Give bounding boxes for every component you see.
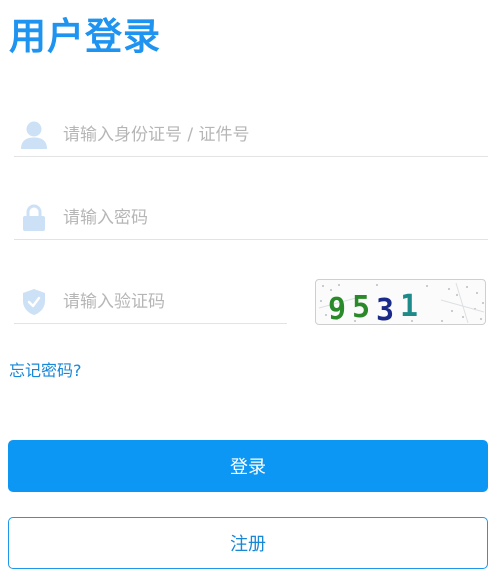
page-title: 用户登录 [9, 15, 161, 58]
password-input[interactable] [63, 207, 443, 228]
lock-icon [19, 203, 49, 233]
forgot-password-link[interactable]: 忘记密码? [9, 357, 82, 381]
captcha-image[interactable]: 9 5 3 1 [315, 279, 486, 325]
id-number-input[interactable] [63, 124, 443, 145]
captcha-digit: 3 [376, 293, 394, 325]
password-field [14, 196, 488, 240]
register-button[interactable]: 注册 [8, 517, 488, 569]
captcha-digit: 5 [352, 290, 370, 325]
captcha-input[interactable] [63, 291, 263, 312]
captcha-digit: 9 [328, 292, 346, 325]
captcha-digit: 1 [400, 289, 418, 324]
id-number-field [14, 113, 488, 157]
login-button[interactable]: 登录 [8, 440, 488, 492]
user-icon [19, 120, 49, 150]
shield-icon [19, 287, 49, 317]
captcha-field [14, 280, 287, 324]
